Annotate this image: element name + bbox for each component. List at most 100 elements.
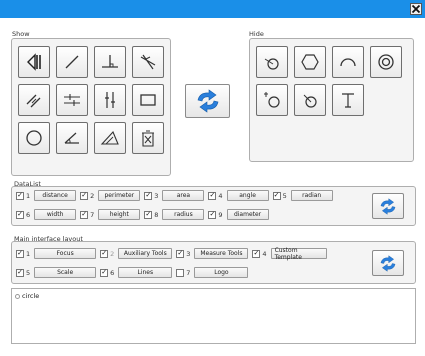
text-tool[interactable] [332,84,364,116]
datalist-num-4: 4 [218,191,223,200]
swap-arrows-icon [380,254,396,272]
layout-checkbox-2[interactable]: ✓ [100,249,109,258]
delete-tool[interactable] [132,122,164,154]
text-icon [342,93,354,108]
tangent-circle-icon [264,92,280,108]
datalist-angle-button[interactable]: angle [226,190,269,201]
datalist-num-3: 3 [154,191,159,200]
show-panel [11,38,171,176]
datalist-checkbox-5[interactable]: ✓ [272,191,281,200]
concentric-circle-tool[interactable] [370,46,402,78]
datalist-checkbox-8[interactable]: ✓ [144,210,153,219]
datalist-diameter-button[interactable]: diameter [226,209,269,220]
datalist-perimeter-button[interactable]: perimeter [98,190,141,201]
angle-icon [64,132,79,144]
datalist-radius-button[interactable]: radius [162,209,205,220]
datalist-num-2: 2 [90,191,95,200]
tangent-circle-tool[interactable] [256,84,288,116]
rectangle-tool[interactable] [132,84,164,116]
circle-point-tool[interactable] [256,46,288,78]
hexagon-icon [301,54,319,70]
tree-item-label: circle [22,292,40,300]
hide-panel [249,38,414,162]
parallel-lines-tool[interactable] [18,84,50,116]
datalist-area-button[interactable]: area [162,190,205,201]
expand-icon[interactable] [15,293,20,299]
datalist-checkbox-3[interactable]: ✓ [144,191,153,200]
datalist-num-5: 5 [282,191,287,200]
layout-refresh-button[interactable] [372,250,404,276]
intersection-point-icon [27,53,41,71]
datalist-checkbox-2[interactable]: ✓ [80,191,89,200]
angle-bisector-tool[interactable] [132,46,164,78]
datalist-refresh-button[interactable] [372,193,404,219]
layout-panel: ✓ 1 Focus ✓ 2 Auxiliary Tools ✓ 3 Measure T… [11,241,416,284]
perpendicular-tool[interactable] [94,46,126,78]
datalist-checkbox-9[interactable]: ✓ [208,210,217,219]
angle-bisector-icon [140,54,156,70]
delete-icon [142,130,154,147]
layout-logo-button[interactable]: Logo [194,267,249,278]
line-segment-tool[interactable] [56,46,88,78]
circle-line-tool[interactable] [294,84,326,116]
datalist-checkbox-6[interactable]: ✓ [16,210,24,219]
equal-marks-tool[interactable] [56,84,88,116]
circle-point-icon [264,58,279,70]
layout-num-5: 5 [26,268,31,277]
datalist-checkbox-4[interactable]: ✓ [208,191,217,200]
layout-measure-tools-button[interactable]: Measure Tools [194,248,249,259]
datalist-distance-button[interactable]: distance [34,190,77,201]
layout-num-6: 6 [110,268,115,277]
layout-checkbox-7[interactable] [176,268,185,277]
rectangle-icon [140,94,156,106]
close-button[interactable] [410,3,422,15]
circle-tool[interactable] [18,122,50,154]
datalist-width-button[interactable]: width [34,209,77,220]
hexagon-tool[interactable] [294,46,326,78]
layout-scale-button[interactable]: Scale [34,267,97,278]
perpendicular-icon [102,55,118,68]
arc-icon [340,58,356,67]
object-tree[interactable]: circle [11,288,416,344]
datalist-radian-button[interactable]: radian [290,190,333,201]
datalist-checkbox-1[interactable]: ✓ [16,191,24,200]
show-section-label: Show [12,30,30,38]
layout-checkbox-5[interactable]: ✓ [16,268,24,277]
datalist-checkbox-7[interactable]: ✓ [80,210,89,219]
swap-show-hide-button[interactable] [185,84,230,118]
triangle-icon [100,130,119,145]
layout-num-3: 3 [186,249,191,258]
layout-num-2: 2 [110,249,115,258]
title-bar [0,0,425,18]
layout-checkbox-6[interactable]: ✓ [100,268,109,277]
arc-tool[interactable] [332,46,364,78]
equal-marks-icon [64,94,80,106]
layout-num-1: 1 [26,249,31,258]
datalist-num-9: 9 [218,210,223,219]
vertical-bars-tool[interactable] [94,84,126,116]
datalist-height-button[interactable]: height [98,209,141,220]
circle-icon [26,130,42,146]
vertical-bars-icon [105,92,115,108]
layout-checkbox-4[interactable]: ✓ [252,249,261,258]
datalist-panel: ✓ 1 distance ✓ 2 perimeter ✓ 3 area ✓ 4 angl… [11,186,416,226]
datalist-num-1: 1 [26,191,31,200]
layout-auxiliary-tools-button[interactable]: Auxiliary Tools [118,248,173,259]
layout-checkbox-1[interactable]: ✓ [16,249,24,258]
hide-section-label: Hide [249,30,264,38]
close-x-icon [411,4,421,14]
parallel-lines-icon [26,94,41,108]
tree-item-circle[interactable]: circle [15,292,39,300]
layout-checkbox-3[interactable]: ✓ [176,249,185,258]
line-segment-icon [65,55,79,69]
layout-focus-button[interactable]: Focus [34,248,97,259]
layout-num-4: 4 [262,249,267,258]
layout-num-7: 7 [186,268,191,277]
angle-tool[interactable] [56,122,88,154]
layout-lines-button[interactable]: Lines [118,267,173,278]
circle-line-icon [303,94,317,108]
triangle-tool[interactable] [94,122,126,154]
intersection-point-tool[interactable] [18,46,50,78]
datalist-num-6: 6 [26,210,31,219]
layout-custom-template-button[interactable]: Custom Template [270,247,327,261]
